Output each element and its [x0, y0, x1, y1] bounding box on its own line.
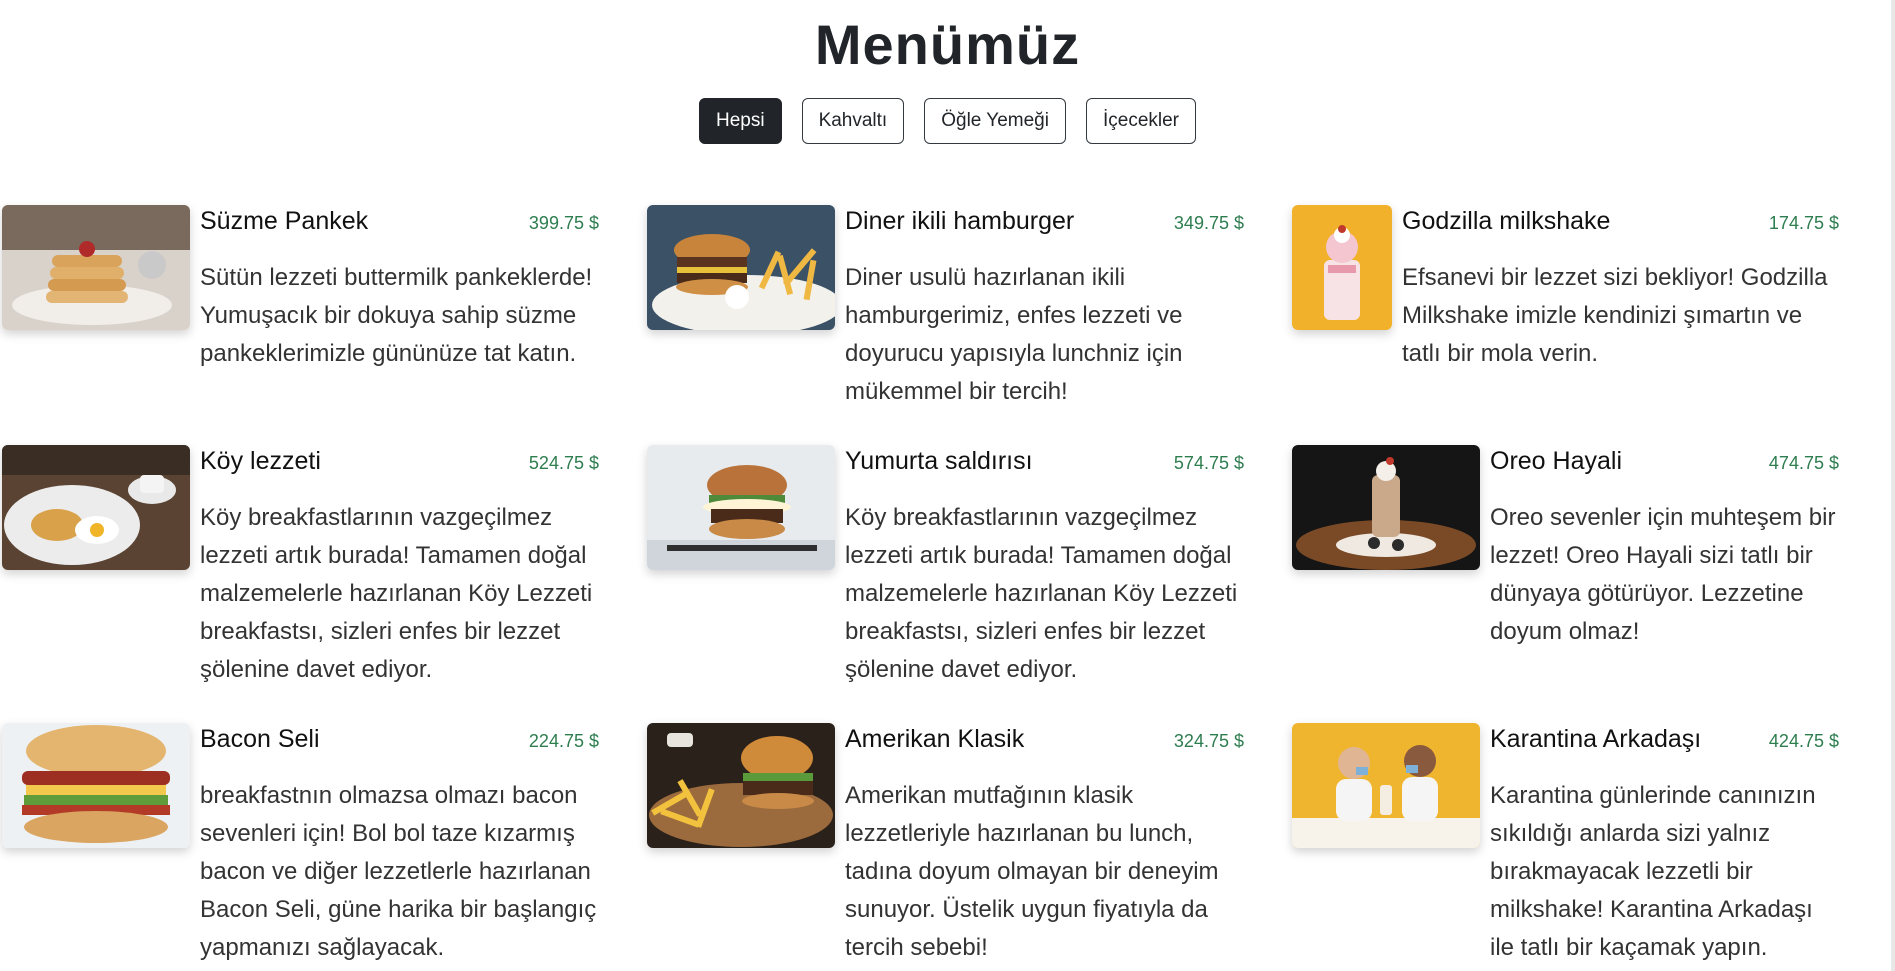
menu-item: Köy lezzeti 524.75 $ Köy breakfastlarını… [2, 445, 647, 723]
menu-item: Bacon Seli 224.75 $ breakfastnın olmazsa… [2, 723, 647, 968]
menu-item-body: Köy lezzeti 524.75 $ Köy breakfastlarını… [200, 445, 599, 689]
menu-item-header: Oreo Hayali 474.75 $ [1490, 447, 1839, 485]
category-filter-bar: Hepsi Kahvaltı Öğle Yemeği İçecekler [0, 98, 1895, 144]
menu-item-header: Godzilla milkshake 174.75 $ [1402, 207, 1839, 245]
pancake-photo [2, 205, 190, 330]
menu-item: Godzilla milkshake 174.75 $ Efsanevi bir… [1292, 205, 1887, 445]
menu-item-body: Bacon Seli 224.75 $ breakfastnın olmazsa… [200, 723, 599, 967]
menu-item-name: Köy lezzeti [200, 447, 321, 475]
menu-item-name: Amerikan Klasik [845, 725, 1025, 753]
menu-item: Oreo Hayali 474.75 $ Oreo sevenler için … [1292, 445, 1887, 723]
menu-item-body: Diner ikili hamburger 349.75 $ Diner usu… [845, 205, 1244, 411]
egg-burger-photo [647, 445, 835, 570]
menu-item-price: 524.75 $ [528, 453, 599, 473]
menu-item: Diner ikili hamburger 349.75 $ Diner usu… [647, 205, 1292, 445]
menu-item-header: Yumurta saldırısı 574.75 $ [845, 447, 1244, 485]
couple-milkshake-photo [1292, 723, 1480, 848]
menu-item-price: 349.75 $ [1173, 213, 1244, 233]
menu-item-description: Diner usulü hazırlanan ikili hamburgerim… [845, 264, 1183, 405]
page-title: Menümüz [814, 13, 1081, 76]
menu-item-description: Oreo sevenler için muhteşem bir lezzet! … [1490, 504, 1836, 645]
menu-item-name: Karantina Arkadaşı [1490, 725, 1702, 753]
menu-item-price: 224.75 $ [528, 731, 599, 751]
breakfast-plate-photo [2, 445, 190, 570]
filter-button-drinks[interactable]: İçecekler [1085, 98, 1196, 144]
menu-item-header: Karantina Arkadaşı 424.75 $ [1490, 725, 1839, 763]
menu-item-body: Karantina Arkadaşı 424.75 $ Karantina gü… [1490, 723, 1839, 967]
bacon-sandwich-photo [2, 723, 190, 848]
burger-fries-photo [647, 205, 835, 330]
menu-item-name: Yumurta saldırısı [845, 447, 1033, 475]
burger-board-photo [647, 723, 835, 848]
menu-item-body: Yumurta saldırısı 574.75 $ Köy breakfast… [845, 445, 1244, 689]
menu-item-name: Bacon Seli [200, 725, 320, 753]
menu-item-header: Bacon Seli 224.75 $ [200, 725, 599, 763]
menu-item-description: Sütün lezzeti buttermilk pankeklerde! Yu… [200, 264, 593, 367]
menu-item-price: 399.75 $ [528, 213, 599, 233]
oreo-shake-photo [1292, 445, 1480, 570]
filter-button-all[interactable]: Hepsi [698, 98, 782, 144]
menu-item-description: Köy breakfastlarının vazgeçilmez lezzeti… [200, 504, 593, 683]
menu-item-body: Süzme Pankek 399.75 $ Sütün lezzeti butt… [200, 205, 599, 373]
menu-item-header: Amerikan Klasik 324.75 $ [845, 725, 1244, 763]
vertical-scrollbar[interactable] [1891, 0, 1895, 971]
filter-button-breakfast[interactable]: Kahvaltı [801, 98, 905, 144]
menu-item-price: 424.75 $ [1768, 731, 1839, 751]
menu-item: Karantina Arkadaşı 424.75 $ Karantina gü… [1292, 723, 1887, 968]
menu-page: Menümüz Hepsi Kahvaltı Öğle Yemeği İçece… [0, 0, 1895, 971]
menu-item: Yumurta saldırısı 574.75 $ Köy breakfast… [647, 445, 1292, 723]
menu-item-body: Godzilla milkshake 174.75 $ Efsanevi bir… [1402, 205, 1839, 373]
filter-button-lunch[interactable]: Öğle Yemeği [924, 98, 1066, 144]
menu-item-name: Godzilla milkshake [1402, 207, 1611, 235]
menu-item-description: Köy breakfastlarının vazgeçilmez lezzeti… [845, 504, 1238, 683]
menu-item-header: Köy lezzeti 524.75 $ [200, 447, 599, 485]
menu-item-name: Oreo Hayali [1490, 447, 1622, 475]
menu-item-price: 574.75 $ [1173, 453, 1244, 473]
menu-item-name: Diner ikili hamburger [845, 207, 1075, 235]
menu-item-description: Efsanevi bir lezzet sizi bekliyor! Godzi… [1402, 264, 1828, 367]
menu-item-price: 174.75 $ [1768, 213, 1839, 233]
menu-item-body: Amerikan Klasik 324.75 $ Amerikan mutfağ… [845, 723, 1244, 967]
menu-item: Amerikan Klasik 324.75 $ Amerikan mutfağ… [647, 723, 1292, 968]
menu-grid: Süzme Pankek 399.75 $ Sütün lezzeti butt… [2, 205, 1892, 968]
menu-item-price: 474.75 $ [1768, 453, 1839, 473]
menu-item-price: 324.75 $ [1173, 731, 1244, 751]
menu-item-header: Süzme Pankek 399.75 $ [200, 207, 599, 245]
milkshake-yellow-photo [1292, 205, 1392, 330]
menu-item-name: Süzme Pankek [200, 207, 369, 235]
menu-item-description: breakfastnın olmazsa olmazı bacon sevenl… [200, 782, 597, 961]
menu-item-header: Diner ikili hamburger 349.75 $ [845, 207, 1244, 245]
menu-item-description: Karantina günlerinde canınızın sıkıldığı… [1490, 782, 1816, 961]
menu-item: Süzme Pankek 399.75 $ Sütün lezzeti butt… [2, 205, 647, 445]
menu-item-description: Amerikan mutfağının klasik lezzetleriyle… [845, 782, 1219, 961]
menu-item-body: Oreo Hayali 474.75 $ Oreo sevenler için … [1490, 445, 1839, 651]
